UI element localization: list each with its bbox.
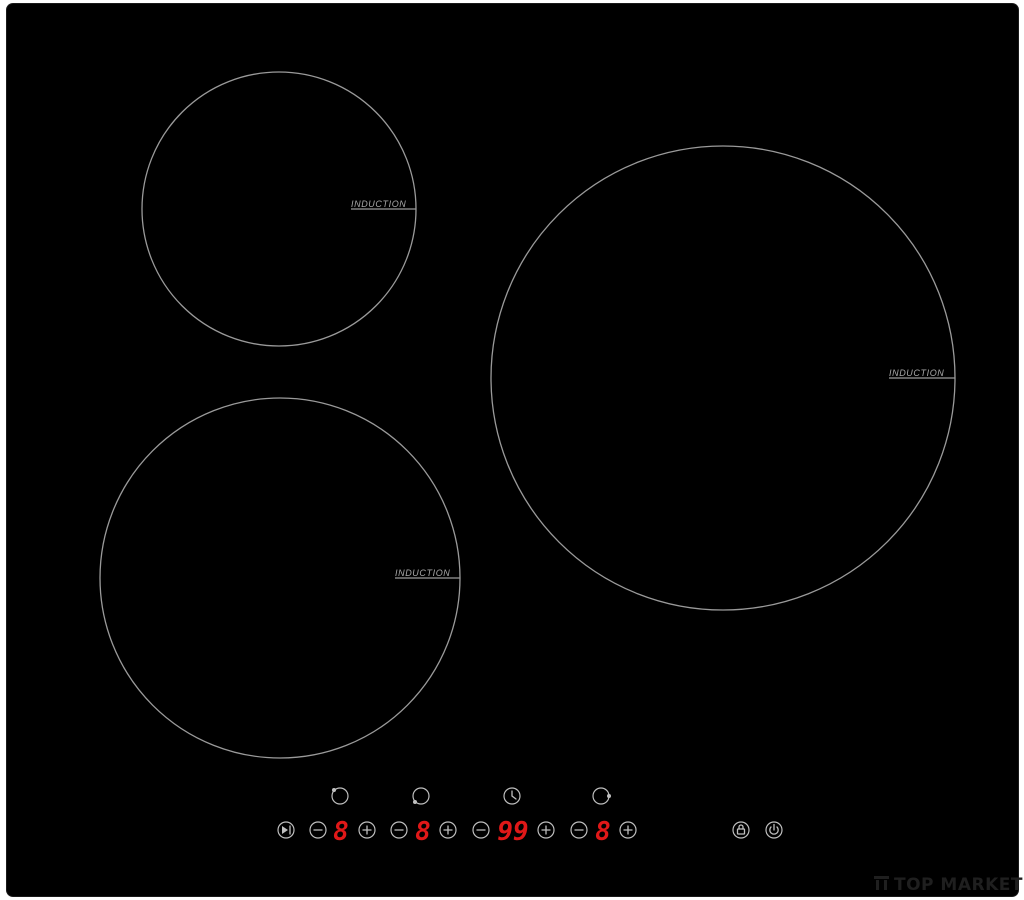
zone-2-plus-button[interactable] <box>439 821 457 839</box>
power-button[interactable] <box>765 821 783 839</box>
cooktop-surface: INDUCTION INDUCTION INDUCTION 8 8 99 8 T… <box>99 71 1023 895</box>
rear-left-zone-icon <box>331 787 349 805</box>
cooking-zone-rear-left[interactable]: INDUCTION <box>141 71 417 347</box>
plus-icon <box>541 825 551 835</box>
cooking-zone-front-left[interactable]: INDUCTION <box>99 397 461 759</box>
zone-2-minus-button[interactable] <box>390 821 408 839</box>
plus-icon <box>623 825 633 835</box>
brand-watermark-text: TOP MARKET <box>894 875 1023 895</box>
timer-plus-button[interactable] <box>537 821 555 839</box>
zone-2-power-display: 8 <box>415 817 431 847</box>
plus-icon <box>443 825 453 835</box>
zone-3-minus-button[interactable] <box>570 821 588 839</box>
timer-minus-button[interactable] <box>472 821 490 839</box>
plus-icon <box>362 825 372 835</box>
cooking-zone-right[interactable]: INDUCTION <box>490 145 956 611</box>
play-pause-button[interactable] <box>277 821 295 839</box>
brand-logo-icon <box>874 876 889 890</box>
zone-1-minus-button[interactable] <box>309 821 327 839</box>
power-icon <box>769 823 779 835</box>
zone-3-plus-button[interactable] <box>619 821 637 839</box>
lock-icon <box>736 824 746 835</box>
zone-label: INDUCTION <box>395 568 450 578</box>
zone-1-power-display: 8 <box>333 817 349 847</box>
play-pause-icon <box>282 826 288 834</box>
zone-1-plus-button[interactable] <box>358 821 376 839</box>
zone-indicators <box>331 787 611 805</box>
right-zone-icon <box>592 787 611 805</box>
timer-display: 99 <box>497 817 528 847</box>
child-lock-button[interactable] <box>732 821 750 839</box>
front-left-zone-icon <box>412 787 430 805</box>
zone-3-power-display: 8 <box>595 817 611 847</box>
brand-watermark: TOP MARKET <box>874 875 1023 895</box>
zone-ring <box>490 145 956 611</box>
control-panel: 8 8 99 8 <box>277 817 783 847</box>
zone-label: INDUCTION <box>889 368 944 378</box>
zone-label: INDUCTION <box>351 199 406 209</box>
timer-clock-icon <box>503 787 521 805</box>
